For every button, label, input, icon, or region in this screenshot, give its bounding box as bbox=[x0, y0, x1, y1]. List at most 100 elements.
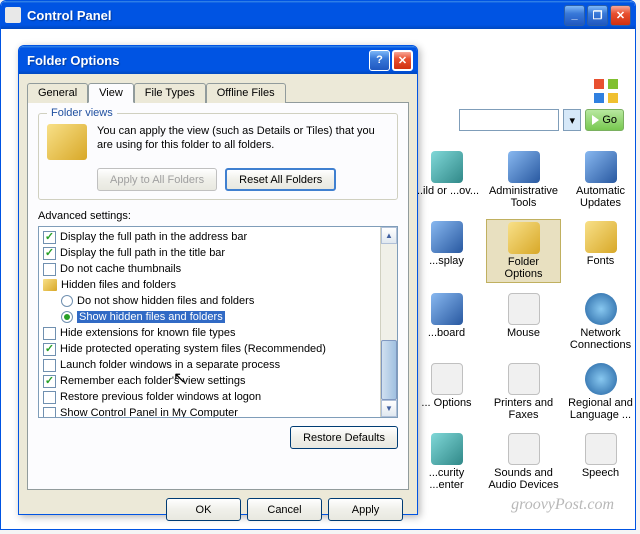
cp-item-label: Fonts bbox=[587, 255, 615, 267]
advanced-settings-tree[interactable]: Display the full path in the address bar… bbox=[38, 226, 398, 418]
tree-item-label: Hide protected operating system files (R… bbox=[60, 343, 326, 355]
checkbox-icon bbox=[43, 375, 56, 388]
cp-item-label: Automatic Updates bbox=[565, 185, 636, 209]
scroll-down-button[interactable]: ▼ bbox=[381, 400, 397, 417]
cp-item[interactable]: ...splay bbox=[409, 219, 484, 283]
cp-item[interactable]: Network Connections bbox=[563, 291, 636, 353]
tree-item-label: Hidden files and folders bbox=[61, 279, 176, 291]
cp-item[interactable]: Sounds and Audio Devices bbox=[486, 431, 561, 493]
minimize-button[interactable]: _ bbox=[564, 5, 585, 26]
cp-item[interactable]: Administrative Tools bbox=[486, 149, 561, 211]
control-panel-icon bbox=[5, 7, 21, 23]
address-dropdown[interactable]: ▾ bbox=[563, 109, 581, 131]
tree-scrollbar[interactable]: ▲ ▼ bbox=[380, 227, 397, 417]
tab-strip: GeneralViewFile TypesOffline Files bbox=[27, 83, 409, 103]
advanced-settings-label: Advanced settings: bbox=[38, 210, 398, 222]
dialog-titlebar[interactable]: Folder Options ? ✕ bbox=[19, 46, 417, 74]
cp-item-icon bbox=[508, 293, 540, 325]
cp-item-label: Printers and Faxes bbox=[488, 397, 559, 421]
checkbox-icon bbox=[43, 327, 56, 340]
cp-item-icon bbox=[585, 433, 617, 465]
tree-item-label: Do not show hidden files and folders bbox=[77, 295, 254, 307]
cp-item[interactable]: Speech bbox=[563, 431, 636, 493]
close-button[interactable]: ✕ bbox=[610, 5, 631, 26]
address-input[interactable] bbox=[459, 109, 559, 131]
tree-item-label: Remember each folder's view settings bbox=[60, 375, 246, 387]
cp-item[interactable]: Mouse bbox=[486, 291, 561, 353]
cp-item[interactable]: Automatic Updates bbox=[563, 149, 636, 211]
tree-item[interactable]: Restore previous folder windows at logon bbox=[39, 389, 380, 405]
tree-item-label: Restore previous folder windows at logon bbox=[60, 391, 261, 403]
watermark: groovyPost.com bbox=[511, 496, 614, 514]
scroll-track[interactable] bbox=[381, 244, 397, 260]
cp-item[interactable]: ...ild or ...ov... bbox=[409, 149, 484, 211]
cp-item-label: Mouse bbox=[507, 327, 540, 339]
go-arrow-icon bbox=[592, 115, 599, 125]
tree-item[interactable]: Do not show hidden files and folders bbox=[39, 293, 380, 309]
apply-button[interactable]: Apply bbox=[328, 498, 403, 521]
help-button[interactable]: ? bbox=[369, 50, 390, 71]
cp-item-label: ...splay bbox=[429, 255, 464, 267]
cp-item-icon bbox=[431, 151, 463, 183]
tree-item[interactable]: Display the full path in the title bar bbox=[39, 245, 380, 261]
cp-item[interactable]: ...curity ...enter bbox=[409, 431, 484, 493]
cp-item[interactable]: Fonts bbox=[563, 219, 636, 283]
checkbox-icon bbox=[43, 231, 56, 244]
cancel-button[interactable]: Cancel bbox=[247, 498, 322, 521]
folder-views-legend: Folder views bbox=[47, 107, 117, 119]
tree-item[interactable]: Show Control Panel in My Computer bbox=[39, 405, 380, 417]
tree-item[interactable]: Hide protected operating system files (R… bbox=[39, 341, 380, 357]
checkbox-icon bbox=[43, 343, 56, 356]
checkbox-icon bbox=[43, 247, 56, 260]
tree-item-label: Show Control Panel in My Computer bbox=[60, 407, 238, 417]
main-titlebar[interactable]: Control Panel _ ❐ ✕ bbox=[1, 1, 635, 29]
cp-item[interactable]: ... Options bbox=[409, 361, 484, 423]
tab-offline-files[interactable]: Offline Files bbox=[206, 83, 286, 103]
go-label: Go bbox=[602, 114, 617, 126]
cp-item-label: ...board bbox=[428, 327, 465, 339]
cp-item[interactable]: Folder Options bbox=[486, 219, 561, 283]
reset-all-folders-button[interactable]: Reset All Folders bbox=[225, 168, 336, 191]
cp-item[interactable]: Printers and Faxes bbox=[486, 361, 561, 423]
dialog-close-button[interactable]: ✕ bbox=[392, 50, 413, 71]
cp-item[interactable]: ...board bbox=[409, 291, 484, 353]
cp-item-label: Folder Options bbox=[489, 256, 558, 280]
scroll-thumb[interactable] bbox=[381, 340, 397, 400]
cp-item[interactable]: Regional and Language ... bbox=[563, 361, 636, 423]
tree-item[interactable]: Hide extensions for known file types bbox=[39, 325, 380, 341]
tab-file-types[interactable]: File Types bbox=[134, 83, 206, 103]
cp-item-label: Regional and Language ... bbox=[565, 397, 636, 421]
cp-item-icon bbox=[585, 151, 617, 183]
tab-view[interactable]: View bbox=[88, 83, 134, 103]
tree-item[interactable]: Show hidden files and folders bbox=[39, 309, 380, 325]
cp-item-icon bbox=[431, 433, 463, 465]
checkbox-icon bbox=[43, 263, 56, 276]
scroll-up-button[interactable]: ▲ bbox=[381, 227, 397, 244]
restore-defaults-button[interactable]: Restore Defaults bbox=[290, 426, 398, 449]
checkbox-icon bbox=[43, 359, 56, 372]
apply-to-all-folders-button: Apply to All Folders bbox=[97, 168, 217, 191]
tree-item[interactable]: Remember each folder's view settings bbox=[39, 373, 380, 389]
maximize-button[interactable]: ❐ bbox=[587, 5, 608, 26]
tree-item[interactable]: Launch folder windows in a separate proc… bbox=[39, 357, 380, 373]
radio-icon bbox=[61, 295, 73, 307]
cp-item-icon bbox=[585, 363, 617, 395]
cp-item-icon bbox=[508, 151, 540, 183]
dialog-title: Folder Options bbox=[27, 53, 367, 68]
tree-item-label: Launch folder windows in a separate proc… bbox=[60, 359, 280, 371]
cp-item-icon bbox=[431, 293, 463, 325]
cp-item-icon bbox=[585, 293, 617, 325]
folder-views-text: You can apply the view (such as Details … bbox=[97, 124, 389, 152]
cp-item-icon bbox=[508, 222, 540, 254]
tree-item[interactable]: Hidden files and folders bbox=[39, 277, 380, 293]
tree-item-label: Show hidden files and folders bbox=[77, 311, 225, 323]
folder-options-dialog: Folder Options ? ✕ GeneralViewFile Types… bbox=[18, 45, 418, 515]
address-bar: ▾ Go bbox=[459, 109, 624, 131]
tab-general[interactable]: General bbox=[27, 83, 88, 103]
tree-item-label: Do not cache thumbnails bbox=[60, 263, 181, 275]
tree-item-label: Display the full path in the address bar bbox=[60, 231, 247, 243]
ok-button[interactable]: OK bbox=[166, 498, 241, 521]
tree-item[interactable]: Display the full path in the address bar bbox=[39, 229, 380, 245]
go-button[interactable]: Go bbox=[585, 109, 624, 131]
tree-item[interactable]: Do not cache thumbnails bbox=[39, 261, 380, 277]
